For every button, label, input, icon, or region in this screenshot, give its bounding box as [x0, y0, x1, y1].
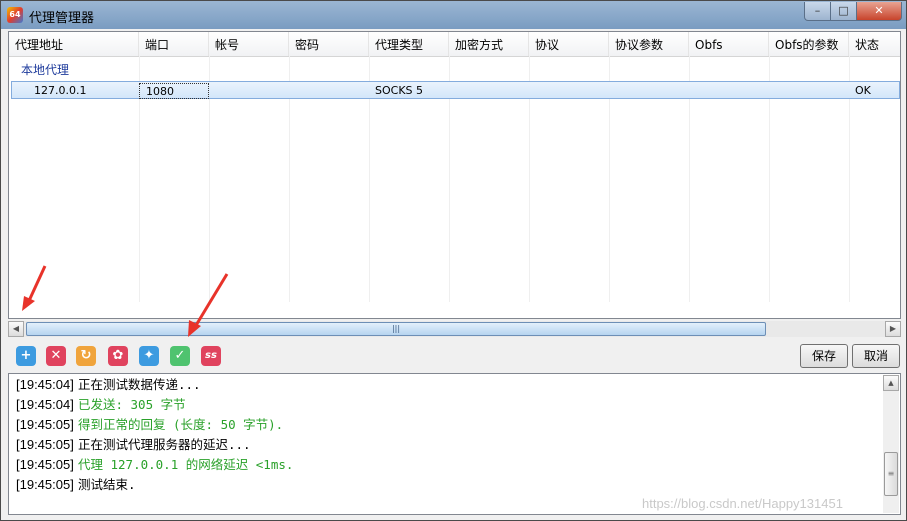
log-line: [19:45:04] 已发送: 305 字节 [16, 395, 186, 415]
column-header-obfs-params[interactable]: Obfs的参数 [769, 32, 849, 56]
log-message: 已发送: 305 字节 [77, 397, 186, 412]
log-scroll-thumb[interactable]: ≡ [884, 452, 898, 496]
scroll-thumb[interactable]: ||| [26, 322, 766, 336]
log-panel[interactable]: [19:45:04] 正在测试数据传递... [19:45:04] 已发送: 3… [8, 373, 901, 515]
column-header-address[interactable]: 代理地址 [9, 32, 139, 56]
log-line: [19:45:05] 代理 127.0.0.1 的网络延迟 <1ms. [16, 455, 293, 475]
log-timestamp: [19:45:05] [16, 477, 74, 492]
column-header-obfs[interactable]: Obfs [689, 32, 769, 56]
refresh-icon[interactable]: ↻ [76, 346, 96, 366]
cancel-button[interactable]: 取消 [852, 344, 900, 368]
group-label-local-proxy[interactable]: 本地代理 [21, 61, 69, 78]
log-timestamp: [19:45:05] [16, 417, 74, 432]
title-bar[interactable]: 64 代理管理器 – □ ✕ [1, 1, 906, 29]
log-timestamp: [19:45:04] [16, 377, 74, 392]
app-icon: 64 [7, 7, 23, 23]
cell-status[interactable]: OK [855, 83, 871, 99]
column-header-protocol[interactable]: 协议 [529, 32, 609, 56]
lightbulb-icon[interactable]: ✦ [139, 346, 159, 366]
log-line: [19:45:05] 测试结束. [16, 475, 136, 495]
log-timestamp: [19:45:04] [16, 397, 74, 412]
proxy-manager-window: 64 代理管理器 – □ ✕ 代理地址 端口 帐号 密码 代理类型 加密方式 协… [0, 0, 907, 521]
column-header-protocol-params[interactable]: 协议参数 [609, 32, 689, 56]
log-line: [19:45:04] 正在测试数据传递... [16, 375, 201, 395]
window-title: 代理管理器 [29, 11, 95, 26]
client-area: 代理地址 端口 帐号 密码 代理类型 加密方式 协议 协议参数 Obfs Obf… [8, 31, 901, 515]
close-button[interactable]: ✕ [856, 2, 902, 21]
horizontal-scrollbar[interactable]: ◀ ||| ▶ [8, 321, 901, 337]
save-button[interactable]: 保存 [800, 344, 848, 368]
log-line: [19:45:05] 正在测试代理服务器的延迟... [16, 435, 251, 455]
scroll-right-button[interactable]: ▶ [885, 321, 901, 337]
cell-type[interactable]: SOCKS 5 [375, 83, 423, 99]
annotation-arrow [22, 265, 47, 311]
log-message: 正在测试数据传递... [77, 377, 201, 392]
add-icon[interactable]: + [16, 346, 36, 366]
test-check-icon[interactable]: ✓ [170, 346, 190, 366]
log-vertical-scrollbar[interactable]: ▲ ≡ [883, 375, 899, 513]
toolbar: + ✕ ↻ ✿ ✦ ✓ ss [8, 341, 901, 371]
column-header-port[interactable]: 端口 [139, 32, 209, 56]
minimize-button[interactable]: – [804, 2, 831, 21]
log-timestamp: [19:45:05] [16, 457, 74, 472]
annotation-arrow [188, 273, 229, 337]
log-message: 正在测试代理服务器的延迟... [77, 437, 251, 452]
column-header-type[interactable]: 代理类型 [369, 32, 449, 56]
maximize-button[interactable]: □ [830, 2, 857, 21]
delete-icon[interactable]: ✕ [46, 346, 66, 366]
log-message: 得到正常的回复 (长度: 50 字节). [77, 417, 284, 432]
proxy-table[interactable]: 代理地址 端口 帐号 密码 代理类型 加密方式 协议 协议参数 Obfs Obf… [8, 31, 901, 319]
log-timestamp: [19:45:05] [16, 437, 74, 452]
column-header-password[interactable]: 密码 [289, 32, 369, 56]
log-message: 代理 127.0.0.1 的网络延迟 <1ms. [77, 457, 294, 472]
column-header-status[interactable]: 状态 [849, 32, 900, 56]
watermark: https://blog.csdn.net/Happy131451 [642, 496, 843, 511]
scroll-left-button[interactable]: ◀ [8, 321, 24, 337]
log-line: [19:45:05] 得到正常的回复 (长度: 50 字节). [16, 415, 283, 435]
cell-port[interactable]: 1080 [139, 83, 209, 99]
cell-address[interactable]: 127.0.0.1 [34, 83, 86, 99]
table-header: 代理地址 端口 帐号 密码 代理类型 加密方式 协议 协议参数 Obfs Obf… [9, 32, 900, 57]
column-header-account[interactable]: 帐号 [209, 32, 289, 56]
log-message: 测试结束. [77, 477, 136, 492]
scroll-up-button[interactable]: ▲ [883, 375, 899, 391]
settings-icon[interactable]: ✿ [108, 346, 128, 366]
ss-icon[interactable]: ss [201, 346, 221, 366]
column-header-encryption[interactable]: 加密方式 [449, 32, 529, 56]
